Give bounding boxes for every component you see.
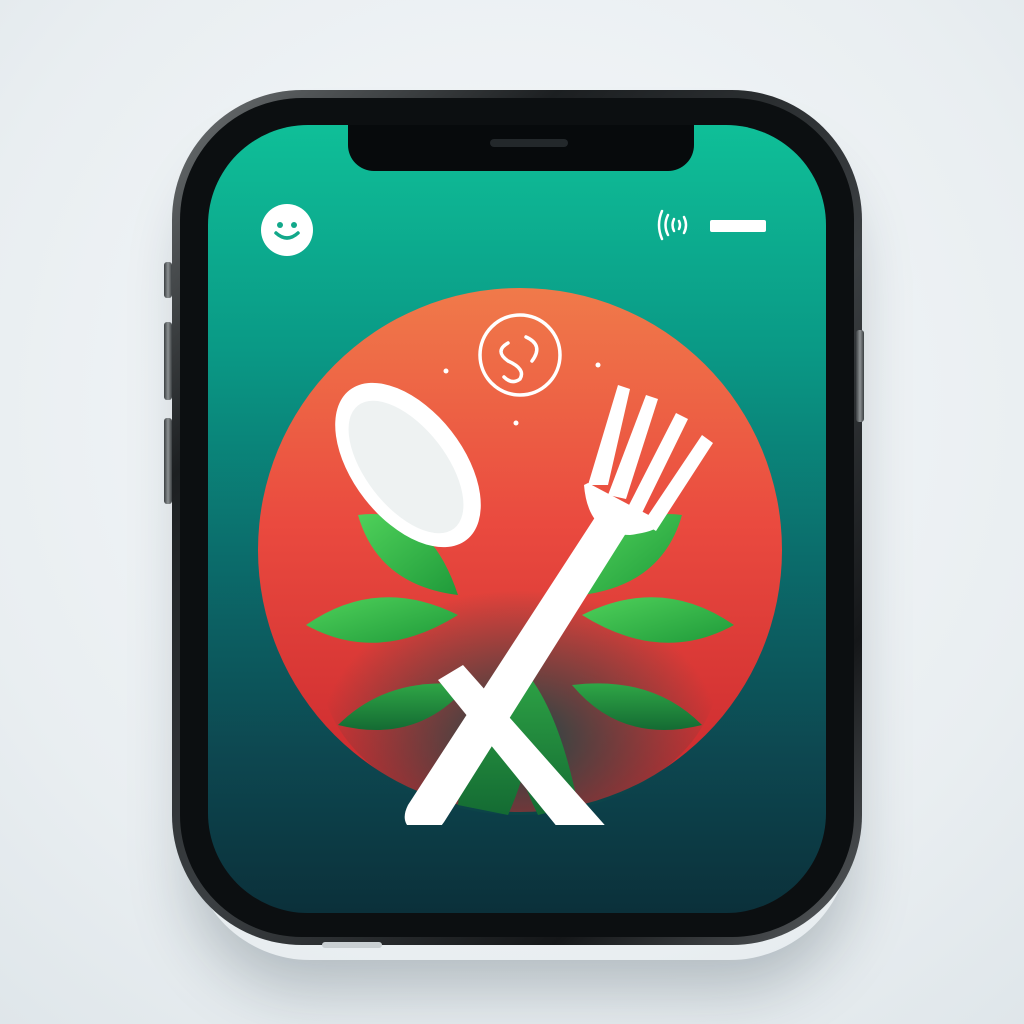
earpiece-speaker [490,139,568,147]
phone-screen [208,125,826,913]
status-icons [654,205,774,245]
nfc-signal-icon [657,209,688,241]
volume-down-button[interactable] [164,418,172,504]
mute-switch[interactable] [164,262,172,298]
background [0,0,1024,1024]
volume-up-button[interactable] [164,322,172,400]
bottom-port [322,942,382,948]
battery-icon [710,220,766,232]
notch [348,125,694,171]
smiley-face-icon[interactable] [260,203,314,257]
app-logo[interactable] [258,285,788,869]
power-button[interactable] [856,330,864,422]
